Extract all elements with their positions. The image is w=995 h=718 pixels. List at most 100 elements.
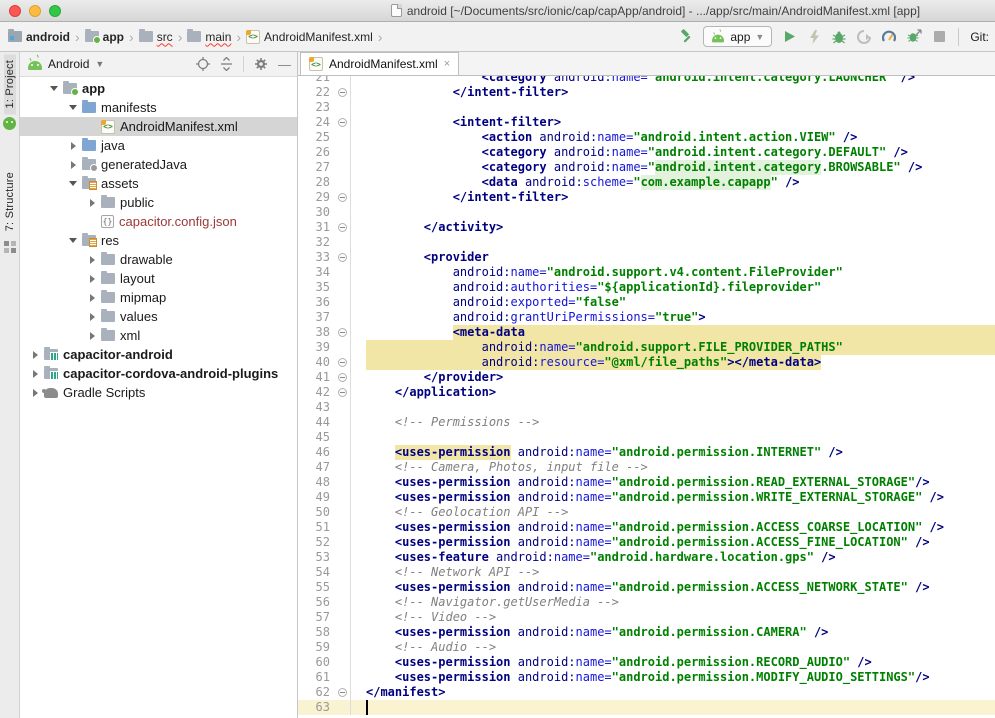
resource-manager-icon[interactable] [3, 117, 16, 130]
code-line-37[interactable]: 37 android:grantUriPermissions="true"> [298, 310, 995, 325]
stop-button[interactable] [931, 29, 947, 45]
code-line-61[interactable]: 61 <uses-permission android:name="androi… [298, 670, 995, 685]
breadcrumb-item-src[interactable]: src [139, 30, 173, 44]
code-line-56[interactable]: 56 <!-- Navigator.getUserMedia --> [298, 595, 995, 610]
code-line-43[interactable]: 43 [298, 400, 995, 415]
project-tree-item-generatedjava[interactable]: generatedJava [20, 155, 297, 174]
code-line-26[interactable]: 26 <category android:name="android.inten… [298, 145, 995, 160]
code-line-44[interactable]: 44 <!-- Permissions --> [298, 415, 995, 430]
code-line-51[interactable]: 51 <uses-permission android:name="androi… [298, 520, 995, 535]
breadcrumb-item-androidmanifest-xml[interactable]: <>AndroidManifest.xml [246, 30, 373, 44]
code-line-35[interactable]: 35 android:authorities="${applicationId}… [298, 280, 995, 295]
code-line-29[interactable]: 29 </intent-filter> [298, 190, 995, 205]
tree-collapse-arrow[interactable] [66, 238, 80, 243]
tree-expand-arrow[interactable] [28, 351, 42, 359]
code-line-27[interactable]: 27 <category android:name="android.inten… [298, 160, 995, 175]
close-tab-icon[interactable]: × [444, 58, 450, 70]
code-line-25[interactable]: 25 <action android:name="android.intent.… [298, 130, 995, 145]
tree-expand-arrow[interactable] [28, 370, 42, 378]
project-tree-item-mipmap[interactable]: mipmap [20, 288, 297, 307]
project-tree-item-xml[interactable]: xml [20, 326, 297, 345]
code-line-21[interactable]: 21 <category android:name="android.inten… [298, 76, 995, 85]
code-line-40[interactable]: 40 android:resource="@xml/file_paths"></… [298, 355, 995, 370]
attach-debugger-icon[interactable] [906, 29, 922, 45]
profiler-button[interactable] [881, 29, 897, 45]
project-tree-item-res[interactable]: res [20, 231, 297, 250]
code-line-34[interactable]: 34 android:name="android.support.v4.cont… [298, 265, 995, 280]
code-line-42[interactable]: 42 </application> [298, 385, 995, 400]
tree-expand-arrow[interactable] [85, 294, 99, 302]
git-branch-widget[interactable]: Git: [970, 30, 989, 44]
fold-icon[interactable] [338, 118, 347, 127]
code-line-31[interactable]: 31 </activity> [298, 220, 995, 235]
tool-window-tab-project[interactable]: 1: Project [4, 54, 16, 114]
tree-expand-arrow[interactable] [66, 161, 80, 169]
code-line-54[interactable]: 54 <!-- Network API --> [298, 565, 995, 580]
tree-collapse-arrow[interactable] [66, 105, 80, 110]
apply-changes-lightning-icon[interactable] [806, 29, 822, 45]
breadcrumb-item-android[interactable]: android [8, 30, 70, 44]
code-line-49[interactable]: 49 <uses-permission android:name="androi… [298, 490, 995, 505]
settings-gear-icon[interactable] [254, 57, 268, 71]
fold-icon[interactable] [338, 373, 347, 382]
breadcrumb-item-app[interactable]: app [85, 30, 124, 44]
hide-panel-icon[interactable]: — [278, 57, 291, 72]
breadcrumb-item-main[interactable]: main [187, 30, 231, 44]
tree-expand-arrow[interactable] [85, 332, 99, 340]
fold-icon[interactable] [338, 223, 347, 232]
project-tree-item-manifests[interactable]: manifests [20, 98, 297, 117]
project-tree-item-values[interactable]: values [20, 307, 297, 326]
code-line-50[interactable]: 50 <!-- Geolocation API --> [298, 505, 995, 520]
code-line-46[interactable]: 46 <uses-permission android:name="androi… [298, 445, 995, 460]
run-button[interactable] [781, 29, 797, 45]
run-configuration-select[interactable]: app ▼ [703, 26, 772, 47]
fold-icon[interactable] [338, 253, 347, 262]
project-view-selector[interactable]: Android ▼ [28, 57, 196, 71]
fold-icon[interactable] [338, 328, 347, 337]
locate-file-icon[interactable] [196, 57, 210, 71]
project-tree-item-capacitor-config-json[interactable]: {}capacitor.config.json [20, 212, 297, 231]
code-line-57[interactable]: 57 <!-- Video --> [298, 610, 995, 625]
close-window-button[interactable] [9, 5, 21, 17]
code-line-59[interactable]: 59 <!-- Audio --> [298, 640, 995, 655]
tool-window-tab-structure[interactable]: 7: Structure [4, 166, 16, 237]
code-line-22[interactable]: 22 </intent-filter> [298, 85, 995, 100]
fold-icon[interactable] [338, 688, 347, 697]
code-line-45[interactable]: 45 [298, 430, 995, 445]
fold-icon[interactable] [338, 88, 347, 97]
code-line-60[interactable]: 60 <uses-permission android:name="androi… [298, 655, 995, 670]
code-line-63[interactable]: 63 [298, 700, 995, 715]
code-line-47[interactable]: 47 <!-- Camera, Photos, input file --> [298, 460, 995, 475]
code-line-24[interactable]: 24 <intent-filter> [298, 115, 995, 130]
tree-expand-arrow[interactable] [85, 313, 99, 321]
tree-expand-arrow[interactable] [85, 256, 99, 264]
build-hammer-icon[interactable] [678, 29, 694, 45]
code-line-55[interactable]: 55 <uses-permission android:name="androi… [298, 580, 995, 595]
code-line-32[interactable]: 32 [298, 235, 995, 250]
tree-expand-arrow[interactable] [85, 275, 99, 283]
project-tree-item-drawable[interactable]: drawable [20, 250, 297, 269]
project-tree-item-layout[interactable]: layout [20, 269, 297, 288]
tree-expand-arrow[interactable] [28, 389, 42, 397]
tree-expand-arrow[interactable] [85, 199, 99, 207]
code-line-58[interactable]: 58 <uses-permission android:name="androi… [298, 625, 995, 640]
code-line-39[interactable]: 39 android:name="android.support.FILE_PR… [298, 340, 995, 355]
code-line-41[interactable]: 41 </provider> [298, 370, 995, 385]
fold-icon[interactable] [338, 388, 347, 397]
tree-collapse-arrow[interactable] [47, 86, 61, 91]
collapse-all-icon[interactable] [220, 57, 233, 71]
code-line-62[interactable]: 62</manifest> [298, 685, 995, 700]
minimize-window-button[interactable] [29, 5, 41, 17]
editor-tab-androidmanifest[interactable]: <> AndroidManifest.xml × [300, 52, 459, 75]
project-tree-item-public[interactable]: public [20, 193, 297, 212]
project-tree-item-androidmanifest-xml[interactable]: <>AndroidManifest.xml [20, 117, 297, 136]
fold-icon[interactable] [338, 193, 347, 202]
tree-expand-arrow[interactable] [66, 142, 80, 150]
code-line-23[interactable]: 23 [298, 100, 995, 115]
code-line-48[interactable]: 48 <uses-permission android:name="androi… [298, 475, 995, 490]
project-tree-item-java[interactable]: java [20, 136, 297, 155]
code-line-30[interactable]: 30 [298, 205, 995, 220]
code-editor[interactable]: 21 <category android:name="android.inten… [298, 76, 995, 718]
code-line-28[interactable]: 28 <data android:scheme="com.example.cap… [298, 175, 995, 190]
zoom-window-button[interactable] [49, 5, 61, 17]
